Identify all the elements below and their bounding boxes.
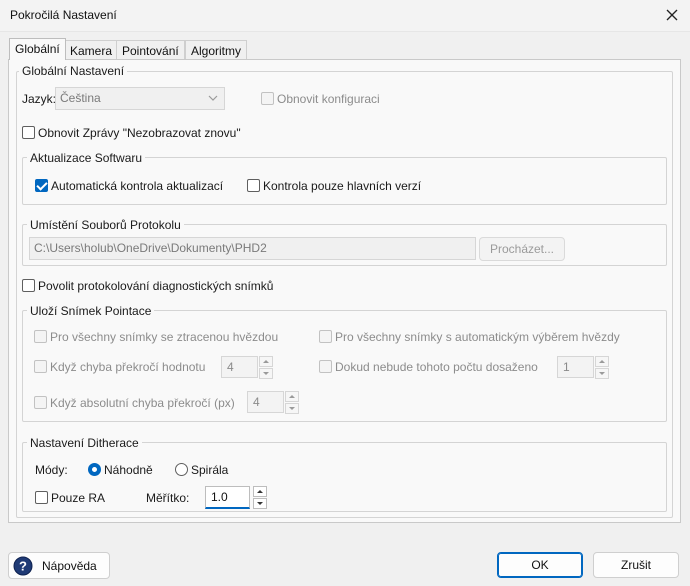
lost-star-checkbox[interactable]: [34, 330, 47, 343]
tab-algoritmy[interactable]: Algoritmy: [185, 40, 248, 60]
stepper-down-icon[interactable]: [595, 368, 609, 379]
auto-check-updates-label: Automatická kontrola aktualizací: [51, 179, 224, 193]
scale-input[interactable]: 1.0: [205, 486, 250, 509]
error-exceeds-input[interactable]: 4: [221, 356, 258, 378]
ra-only-label: Pouze RA: [51, 491, 106, 505]
major-only-checkbox[interactable]: [247, 179, 260, 192]
abs-error-label: Když absolutní chyba překročí (px): [50, 396, 235, 410]
scale-label: Měřítko:: [146, 491, 190, 505]
reset-messages-checkbox[interactable]: [22, 126, 35, 139]
tab-pointovani[interactable]: Pointování: [116, 40, 185, 60]
error-exceeds-label: Když chyba překročí hodnotu: [50, 360, 206, 374]
error-exceeds-checkbox[interactable]: [34, 360, 47, 373]
abs-error-stepper[interactable]: [285, 391, 299, 414]
close-icon: [666, 9, 678, 21]
log-location-legend: Umístění Souborů Protokolu: [27, 218, 184, 232]
auto-select-label: Pro všechny snímky s automatickým výběre…: [335, 330, 620, 344]
random-label: Náhodně: [104, 463, 153, 477]
lost-star-label: Pro všechny snímky se ztracenou hvězdou: [50, 330, 279, 344]
until-count-input[interactable]: 1: [557, 356, 594, 378]
auto-check-updates-checkbox[interactable]: [35, 179, 48, 192]
stepper-up-icon[interactable]: [595, 356, 609, 367]
tab-globalni[interactable]: Globální: [9, 38, 66, 60]
error-exceeds-stepper[interactable]: [259, 356, 273, 379]
dither-settings-legend: Nastavení Ditherace: [27, 436, 142, 450]
ra-only-checkbox[interactable]: [35, 491, 48, 504]
help-button[interactable]: ? Nápověda: [8, 552, 110, 579]
svg-text:?: ?: [19, 559, 27, 574]
language-value: Čeština: [60, 91, 101, 105]
language-label: Jazyk:: [22, 92, 57, 106]
log-path-value: C:\Users\holub\OneDrive\Dokumenty\PHD2: [34, 241, 267, 255]
stepper-down-icon[interactable]: [285, 403, 299, 414]
reset-messages-label: Obnovit Zprávy "Nezobrazovat znovu": [38, 126, 241, 140]
stepper-down-icon[interactable]: [253, 498, 267, 509]
spiral-radio[interactable]: [175, 463, 188, 476]
reset-config-checkbox[interactable]: [261, 92, 274, 105]
random-radio[interactable]: [88, 463, 101, 476]
modes-label: Módy:: [35, 463, 68, 477]
tab-kamera[interactable]: Kamera: [64, 40, 119, 60]
save-guide-images-legend: Uloží Snímek Pointace: [27, 304, 155, 318]
browse-button[interactable]: Procházet...: [479, 237, 565, 261]
auto-select-checkbox[interactable]: [319, 330, 332, 343]
ok-button[interactable]: OK: [497, 552, 583, 578]
until-count-label: Dokud nebude tohoto počtu dosaženo: [335, 360, 538, 374]
global-settings-legend: Globální Nastavení: [19, 64, 128, 78]
window-title: Pokročilá Nastavení: [10, 8, 117, 22]
stepper-down-icon[interactable]: [259, 368, 273, 379]
update-legend: Aktualizace Softwaru: [27, 151, 146, 165]
major-only-label: Kontrola pouze hlavních verzí: [263, 179, 422, 193]
dither-settings-group: [22, 442, 667, 512]
close-button[interactable]: [660, 4, 684, 26]
diag-logging-label: Povolit protokolování diagnostických sní…: [38, 279, 274, 293]
scale-stepper[interactable]: [253, 486, 267, 509]
abs-error-input[interactable]: 4: [247, 391, 284, 413]
title-bar: Pokročilá Nastavení: [0, 0, 690, 32]
tab-panel-globalni: Globální Nastavení Jazyk: Čeština Obnovi…: [8, 59, 681, 523]
log-path-field[interactable]: C:\Users\holub\OneDrive\Dokumenty\PHD2: [29, 237, 476, 260]
chevron-down-icon: [208, 95, 218, 101]
help-icon: ?: [13, 556, 33, 576]
until-count-checkbox[interactable]: [319, 360, 332, 373]
abs-error-checkbox[interactable]: [34, 396, 47, 409]
reset-config-label: Obnovit konfiguraci: [277, 92, 380, 106]
diag-logging-checkbox[interactable]: [22, 279, 35, 292]
spiral-label: Spirála: [191, 463, 229, 477]
help-label: Nápověda: [42, 559, 97, 573]
stepper-up-icon[interactable]: [259, 356, 273, 367]
until-count-stepper[interactable]: [595, 356, 609, 379]
cancel-button[interactable]: Zrušit: [593, 552, 679, 578]
language-select[interactable]: Čeština: [55, 87, 225, 110]
stepper-up-icon[interactable]: [285, 391, 299, 402]
stepper-up-icon[interactable]: [253, 486, 267, 497]
